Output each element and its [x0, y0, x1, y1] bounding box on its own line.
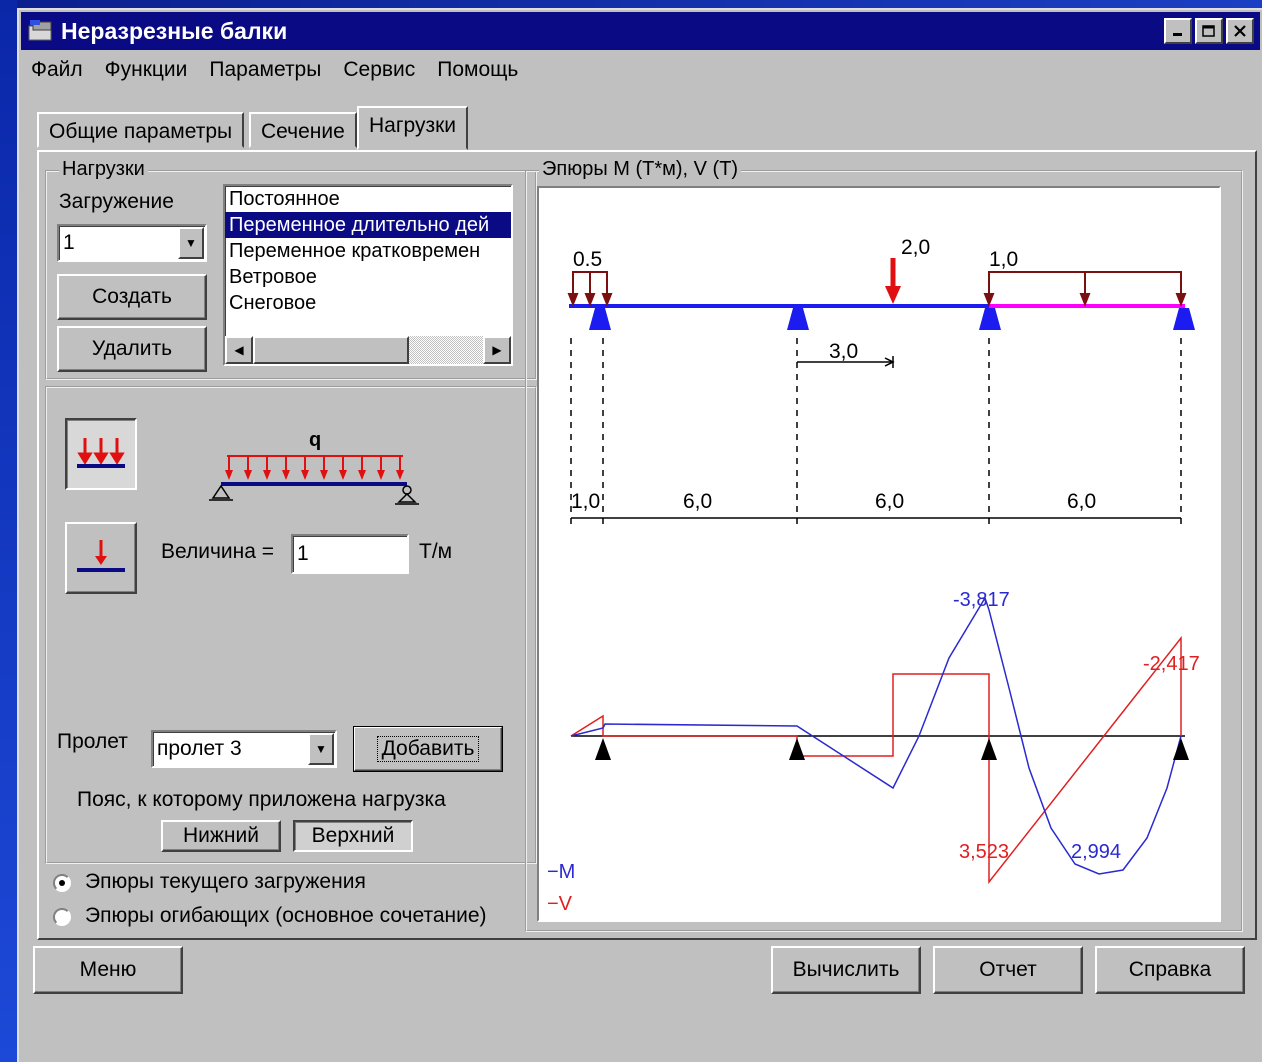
loading-value: 1	[63, 231, 75, 254]
radio-current[interactable]	[53, 874, 71, 892]
span-label: Пролет	[57, 730, 128, 753]
m-min-label: -3,817	[953, 589, 1010, 611]
title-bar[interactable]: Неразрезные балки	[21, 12, 1260, 50]
distributed-load-1	[567, 271, 613, 307]
menu-file[interactable]: Файл	[31, 58, 83, 82]
distributed-load-button[interactable]	[65, 418, 137, 490]
distributed-load-schema: q	[209, 429, 419, 505]
distributed-load-2	[983, 271, 1187, 307]
loads-group: Нагрузки Загружение 1 ▼ Создать Удалить …	[45, 158, 537, 380]
menu-button[interactable]: Меню	[33, 946, 183, 994]
legend-m: −M	[547, 861, 575, 883]
m-peak-label: 2,994	[1071, 841, 1121, 863]
load-arrow-head	[320, 470, 328, 480]
unit-label: Т/м	[419, 540, 453, 563]
menu-functions[interactable]: Функции	[105, 58, 188, 82]
span-label-3: 6,0	[1067, 490, 1096, 513]
report-button[interactable]: Отчет	[933, 946, 1083, 994]
load-arrow-head	[225, 470, 233, 480]
span-label-0: 1,0	[571, 490, 600, 513]
radio-current-label[interactable]: Эпюры текущего загружения	[85, 870, 366, 894]
list-item[interactable]: Переменное длительно дей	[225, 212, 511, 238]
list-item[interactable]: Ветровое	[225, 264, 511, 290]
add-button[interactable]: Добавить	[353, 726, 503, 772]
span-label-1: 6,0	[683, 490, 712, 513]
load-arrow-head	[377, 470, 385, 480]
diagram-legend: Эпюры M (Т*м), V (Т)	[539, 158, 742, 181]
v-peak-label: 3,523	[959, 841, 1009, 863]
delete-button[interactable]: Удалить	[57, 326, 207, 372]
scroll-left-icon[interactable]: ◀	[225, 336, 253, 364]
support-icons	[589, 308, 1195, 330]
list-item[interactable]: Постоянное	[225, 186, 511, 212]
menu-bar: Файл Функции Параметры Сервис Помощь	[31, 58, 540, 82]
point-load-icon	[77, 540, 125, 572]
menu-service[interactable]: Сервис	[343, 58, 415, 82]
help-button[interactable]: Справка	[1095, 946, 1245, 994]
window-title: Неразрезные балки	[61, 17, 288, 44]
distributed-load-icon	[77, 438, 125, 468]
maximize-icon[interactable]	[1195, 18, 1223, 44]
desktop-edge	[0, 0, 17, 1062]
scroll-right-icon[interactable]: ▶	[483, 336, 511, 364]
legend-v: −V	[547, 893, 573, 915]
scroll-thumb[interactable]	[253, 336, 409, 364]
magnitude-input[interactable]: 1	[291, 534, 409, 574]
load-arrow-head	[244, 470, 252, 480]
create-button[interactable]: Создать	[57, 274, 207, 320]
close-icon[interactable]	[1226, 18, 1254, 44]
menu-help[interactable]: Помощь	[437, 58, 518, 82]
list-item[interactable]: Переменное кратковремен	[225, 238, 511, 264]
add-button-label: Добавить	[376, 736, 480, 762]
point-load-label: 2,0	[901, 236, 930, 259]
radio-envelope-label[interactable]: Эпюры огибающих (основное сочетание)	[85, 904, 487, 928]
span-label-2: 6,0	[875, 490, 904, 513]
v-right-label: -2,417	[1143, 653, 1200, 675]
chord-label: Пояс, к которому приложена нагрузка	[77, 788, 446, 811]
beam-diagram: 0.5 2,0 1,0 3,0 1,0 6,0 6,0 6,0 -3,817 -…	[547, 236, 1200, 915]
loads-legend: Нагрузки	[59, 158, 148, 181]
q-label: q	[309, 429, 321, 451]
tab-loads[interactable]: Нагрузки	[357, 106, 468, 150]
lower-chord-button[interactable]: Нижний	[161, 820, 281, 852]
span-value: пролет 3	[157, 737, 242, 760]
tab-general[interactable]: Общие параметры	[37, 112, 245, 148]
span-select[interactable]: пролет 3 ▼	[151, 730, 337, 768]
dist-load-2-label: 1,0	[989, 248, 1018, 271]
offset-label: 3,0	[829, 340, 858, 363]
list-item[interactable]: Снеговое	[225, 290, 511, 316]
menu-parameters[interactable]: Параметры	[209, 58, 321, 82]
upper-chord-button[interactable]: Верхний	[293, 820, 413, 852]
loading-label: Загружение	[59, 190, 174, 213]
point-load-button[interactable]	[65, 522, 137, 594]
dist-load-1-label: 0.5	[573, 248, 602, 271]
load-editor-panel: q Величина = 1 Т/м Пролет пролет 3 ▼ Доб…	[45, 386, 537, 864]
chevron-down-icon[interactable]: ▼	[308, 733, 334, 765]
radio-envelope[interactable]	[53, 908, 71, 926]
point-load-head	[885, 286, 901, 304]
horizontal-scrollbar[interactable]: ◀ ▶	[225, 336, 511, 364]
load-arrow-head	[396, 470, 404, 480]
load-type-list[interactable]: Постоянное Переменное длительно дей Пере…	[223, 184, 513, 366]
load-arrow-head	[339, 470, 347, 480]
loading-select[interactable]: 1 ▼	[57, 224, 207, 262]
magnitude-label: Величина =	[161, 540, 275, 563]
load-arrow-head	[263, 470, 271, 480]
app-window: Неразрезные балки Файл Функции Параметры…	[17, 8, 1262, 1062]
diagram-group: Эпюры M (Т*м), V (Т) 0.5 2,0 1,0 3,0 1,0…	[525, 158, 1243, 932]
load-arrow-head	[358, 470, 366, 480]
tab-section[interactable]: Сечение	[249, 112, 357, 148]
tab-page: Нагрузки Загружение 1 ▼ Создать Удалить …	[37, 150, 1257, 940]
app-icon	[28, 20, 52, 41]
minimize-icon[interactable]	[1164, 18, 1192, 44]
load-arrow-head	[282, 470, 290, 480]
load-arrow-head	[301, 470, 309, 480]
chevron-down-icon[interactable]: ▼	[178, 227, 204, 259]
diagram-canvas: 0.5 2,0 1,0 3,0 1,0 6,0 6,0 6,0 -3,817 -…	[537, 186, 1221, 922]
compute-button[interactable]: Вычислить	[771, 946, 921, 994]
